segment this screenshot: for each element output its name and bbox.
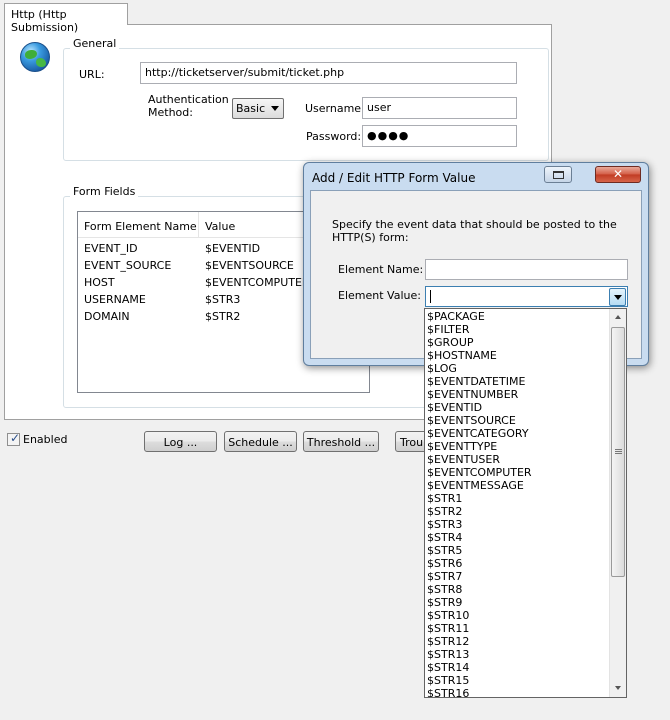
row-name: HOST xyxy=(84,276,115,289)
close-icon: ✕ xyxy=(612,167,624,181)
option-item[interactable]: $EVENTID xyxy=(427,401,482,414)
row-name: DOMAIN xyxy=(84,310,130,323)
option-item[interactable]: $STR2 xyxy=(427,505,462,518)
column-header-value[interactable]: Value xyxy=(205,220,235,233)
option-item[interactable]: $EVENTMESSAGE xyxy=(427,479,524,492)
option-item[interactable]: $STR12 xyxy=(427,635,469,648)
option-item[interactable]: $EVENTCOMPUTER xyxy=(427,466,532,479)
restore-button[interactable] xyxy=(544,166,572,183)
window-icon xyxy=(553,171,564,179)
auth-method-label-line1: Authentication xyxy=(148,93,229,106)
username-input[interactable]: user xyxy=(362,97,517,119)
username-label: Username: xyxy=(305,102,365,115)
text-caret xyxy=(430,290,431,303)
scroll-up-button[interactable] xyxy=(610,309,626,326)
option-item[interactable]: $EVENTDATETIME xyxy=(427,375,525,388)
auth-method-label-line2: Method: xyxy=(148,106,193,119)
option-item[interactable]: $EVENTUSER xyxy=(427,453,500,466)
option-item[interactable]: $LOG xyxy=(427,362,457,375)
option-item[interactable]: $HOSTNAME xyxy=(427,349,497,362)
option-item[interactable]: $FILTER xyxy=(427,323,470,336)
password-input[interactable]: ●●●● xyxy=(362,125,517,147)
close-button[interactable]: ✕ xyxy=(595,166,641,183)
element-value-dropdown-button[interactable] xyxy=(609,288,626,306)
scroll-thumb[interactable] xyxy=(611,327,625,577)
enabled-checkbox[interactable]: ✓ xyxy=(7,431,21,446)
option-item[interactable]: $STR10 xyxy=(427,609,469,622)
row-value: $EVENTID xyxy=(205,242,261,255)
option-item[interactable]: $STR16 xyxy=(427,687,469,697)
chevron-down-icon xyxy=(271,106,279,111)
element-name-input[interactable] xyxy=(425,259,628,280)
option-item[interactable]: $EVENTCATEGORY xyxy=(427,427,529,440)
row-name: EVENT_SOURCE xyxy=(84,259,172,272)
element-value-options-list[interactable]: $PACKAGE $FILTER $GROUP $HOSTNAME $LOG $EVENT… xyxy=(424,308,627,698)
row-value: $EVENTCOMPUTER xyxy=(205,276,310,289)
enabled-label: Enabled xyxy=(23,433,68,446)
option-item[interactable]: $STR4 xyxy=(427,531,462,544)
form-fields-group-title: Form Fields xyxy=(70,185,139,198)
element-name-label: Element Name: xyxy=(338,263,424,276)
element-value-label: Element Value: xyxy=(338,289,421,302)
log-button[interactable]: Log ... xyxy=(144,431,217,452)
dialog-description: Specify the event data that should be po… xyxy=(332,218,617,244)
threshold-button[interactable]: Threshold ... xyxy=(303,431,379,452)
row-name: USERNAME xyxy=(84,293,146,306)
option-item[interactable]: $STR7 xyxy=(427,570,462,583)
option-item[interactable]: $STR5 xyxy=(427,544,462,557)
tab-http-submission[interactable]: Http (Http Submission) xyxy=(4,3,128,34)
chevron-down-icon xyxy=(614,295,622,300)
option-item[interactable]: $STR9 xyxy=(427,596,462,609)
option-item[interactable]: $STR1 xyxy=(427,492,462,505)
column-header-name[interactable]: Form Element Name xyxy=(84,220,197,233)
option-item[interactable]: $STR3 xyxy=(427,518,462,531)
globe-icon xyxy=(20,42,50,72)
row-value: $EVENTSOURCE xyxy=(205,259,294,272)
url-input[interactable]: http://ticketserver/submit/ticket.php xyxy=(140,62,517,84)
options-scrollbar[interactable] xyxy=(609,309,626,697)
option-item[interactable]: $PACKAGE xyxy=(427,310,485,323)
row-name: EVENT_ID xyxy=(84,242,138,255)
scroll-down-button[interactable] xyxy=(610,680,626,697)
option-item[interactable]: $STR13 xyxy=(427,648,469,661)
arrow-down-icon xyxy=(615,686,621,690)
option-item[interactable]: $STR15 xyxy=(427,674,469,687)
option-item[interactable]: $STR14 xyxy=(427,661,469,674)
row-value: $STR3 xyxy=(205,293,241,306)
option-item[interactable]: $GROUP xyxy=(427,336,474,349)
checkmark-icon: ✓ xyxy=(10,431,21,445)
auth-method-select[interactable]: Basic xyxy=(232,98,284,119)
row-value: $STR2 xyxy=(205,310,241,323)
schedule-button[interactable]: Schedule ... xyxy=(224,431,297,452)
tab-label: Http (Http Submission) xyxy=(11,8,79,34)
password-label: Password: xyxy=(306,130,362,143)
arrow-up-icon xyxy=(615,315,621,319)
option-item[interactable]: $STR11 xyxy=(427,622,469,635)
option-item[interactable]: $EVENTSOURCE xyxy=(427,414,516,427)
url-label: URL: xyxy=(79,68,105,81)
auth-method-value: Basic xyxy=(236,102,266,115)
general-group-title: General xyxy=(70,37,120,50)
element-value-combobox[interactable] xyxy=(425,286,628,307)
option-item[interactable]: $STR6 xyxy=(427,557,462,570)
dialog-title: Add / Edit HTTP Form Value xyxy=(312,171,476,185)
option-item[interactable]: $EVENTTYPE xyxy=(427,440,497,453)
option-item[interactable]: $STR8 xyxy=(427,583,462,596)
option-item[interactable]: $EVENTNUMBER xyxy=(427,388,518,401)
